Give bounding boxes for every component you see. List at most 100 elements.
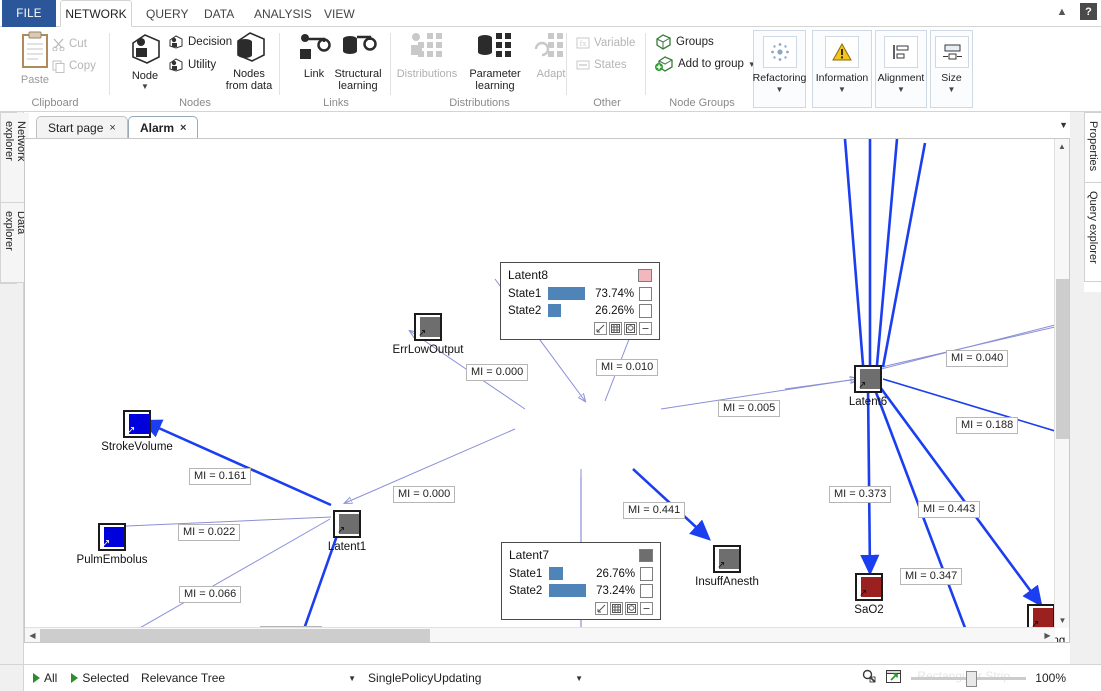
monitor-latent8[interactable]: Latent8 State1 73.74% State2 26.26% [500,262,660,340]
refactoring-button[interactable]: Refactoring ▼ [753,30,806,108]
canvas-horizontal-scrollbar[interactable]: ◀ ▶ [25,627,1055,642]
grid-icon[interactable] [609,322,622,335]
scroll-right-icon[interactable]: ▶ [1040,628,1055,643]
popout-window-icon[interactable] [886,669,902,687]
size-button[interactable]: Size ▼ [930,30,973,108]
ribbon-group-other: fx Variable States Other [568,27,646,112]
ribbon-group-links: Link Structural learning Links [281,27,391,112]
vertical-scroll-thumb[interactable] [1056,279,1069,439]
chevron-up-icon[interactable]: ▲ [1054,6,1070,18]
minimize-icon[interactable] [639,322,652,335]
policy-value: SinglePolicyUpdating [368,671,481,685]
monitor-toolbar [509,602,653,615]
node-label: Node [132,70,158,82]
structural-learning-button[interactable]: Structural learning [327,31,389,92]
parameter-learning-button[interactable]: Parameter learning [462,31,528,92]
chevron-down-icon[interactable]: ▼ [141,83,149,91]
expand-icon[interactable] [594,322,607,335]
nodes-from-data-icon [228,31,270,65]
groups-button[interactable]: Groups [655,33,714,51]
canvas-vertical-scrollbar[interactable]: ▲ ▼ [1054,139,1069,628]
scroll-down-icon[interactable]: ▼ [1055,613,1070,628]
tab-view-label: VIEW [324,7,355,21]
tab-data[interactable]: DATA [192,0,246,27]
nodes-from-data-button[interactable]: Nodes from data [218,31,280,92]
node-glyph: ↗ [98,523,126,551]
expand-icon[interactable] [595,602,608,615]
refactoring-label: Refactoring [753,72,807,84]
information-button[interactable]: Information ▼ [812,30,872,108]
tab-file[interactable]: FILE [2,0,56,27]
policy-dropdown[interactable]: SinglePolicyUpdating ▼ [368,671,583,685]
alignment-button[interactable]: Alignment ▼ [875,30,927,108]
scroll-left-icon[interactable]: ◀ [25,628,40,643]
ribbon-tab-strip: FILE NETWORK QUERY DATA ANALYSIS VIEW ▲ … [0,0,1101,27]
doc-tab-alarm[interactable]: Alarm × [128,116,198,138]
chevron-down-icon[interactable]: ▼ [776,86,784,94]
close-icon[interactable]: × [109,122,115,134]
status-all-button[interactable]: All [33,671,57,685]
query-magnifier-icon[interactable] [862,669,877,687]
variable-button[interactable]: fx Variable [576,34,635,52]
grid-icon[interactable] [610,602,623,615]
node-latent6[interactable]: ↗ Latent6 [854,365,882,393]
cut-button[interactable]: Cut [52,35,87,53]
doc-tab-start-page[interactable]: Start page × [36,116,128,138]
node-button[interactable]: Node ▼ [114,31,176,91]
monitor-state-row: State2 73.24% [509,582,653,599]
distributions-button[interactable]: Distributions [392,31,462,80]
node-pulmembolus[interactable]: ↗ PulmEmbolus [98,523,126,551]
adapt-label: Adapt [537,68,566,80]
node-sao2[interactable]: ↗ SaO2 [855,573,883,601]
paste-icon [18,31,52,71]
node-insuffanesth[interactable]: ↗ InsuffAnesth [713,545,741,573]
pane-tab-query-explorer[interactable]: Query explorer [1084,182,1101,282]
monitor-color-swatch[interactable] [639,549,653,562]
zoom-slider-thumb[interactable] [966,671,977,687]
states-button[interactable]: States [576,56,627,74]
utility-button[interactable]: Utility [168,56,216,74]
comment-icon[interactable] [624,322,637,335]
chevron-down-icon[interactable]: ▼ [838,86,846,94]
chevron-down-icon[interactable]: ▼ [948,86,956,94]
comment-icon[interactable] [625,602,638,615]
node-arrow-icon: ↗ [418,329,426,338]
structural-learning-icon [337,31,379,65]
tab-query[interactable]: QUERY [134,0,200,27]
horizontal-scroll-thumb[interactable] [40,629,430,642]
relevance-tree-value: Relevance Tree [141,671,225,685]
relevance-tree-dropdown[interactable]: Relevance Tree ▼ [141,671,356,685]
scroll-up-icon[interactable]: ▲ [1055,139,1069,154]
zoom-slider[interactable] [911,671,1026,685]
monitor-state-row: State2 26.26% [508,302,652,319]
status-selected-button[interactable]: Selected [71,671,129,685]
state-checkbox[interactable] [640,567,653,581]
tab-network[interactable]: NETWORK [60,0,132,27]
chevron-down-icon[interactable]: ▼ [897,86,905,94]
node-strokevolume[interactable]: ↗ StrokeVolume [123,410,151,438]
help-icon[interactable]: ? [1080,3,1097,20]
node-label: PulmEmbolus [77,554,148,566]
nodes-from-data-label-1: Nodes [233,68,265,80]
close-icon[interactable]: × [180,122,186,134]
node-glyph: ↗ [333,510,361,538]
monitor-latent7[interactable]: Latent7 State1 26.76% State2 73.24% [501,542,661,620]
node-errlowoutput[interactable]: ↗ ErrLowOutput [414,313,442,341]
monitor-color-swatch[interactable] [638,269,652,282]
network-canvas[interactable]: ↗ ErrLowOutput ↗ PAP ↗ StrokeVolume [24,138,1070,643]
add-to-group-label: Add to group [678,58,744,70]
zoom-level-label: 100% [1035,671,1066,685]
monitor-title: Latent8 [508,268,548,282]
add-to-group-button[interactable]: Add to group ▼ [655,55,756,73]
node-latent1[interactable]: ↗ Latent1 [333,510,361,538]
pane-tab-properties[interactable]: Properties [1084,112,1101,182]
chevron-down-icon[interactable]: ▼ [348,674,356,683]
state-checkbox[interactable] [640,584,653,598]
minimize-icon[interactable] [640,602,653,615]
chevron-down-icon[interactable]: ▼ [575,674,583,683]
state-checkbox[interactable] [639,287,652,301]
doc-tabs-overflow-chevron-down-icon[interactable]: ▼ [1059,120,1068,130]
state-checkbox[interactable] [639,304,652,318]
tab-view[interactable]: VIEW [312,0,367,27]
copy-button[interactable]: Copy [52,57,96,75]
